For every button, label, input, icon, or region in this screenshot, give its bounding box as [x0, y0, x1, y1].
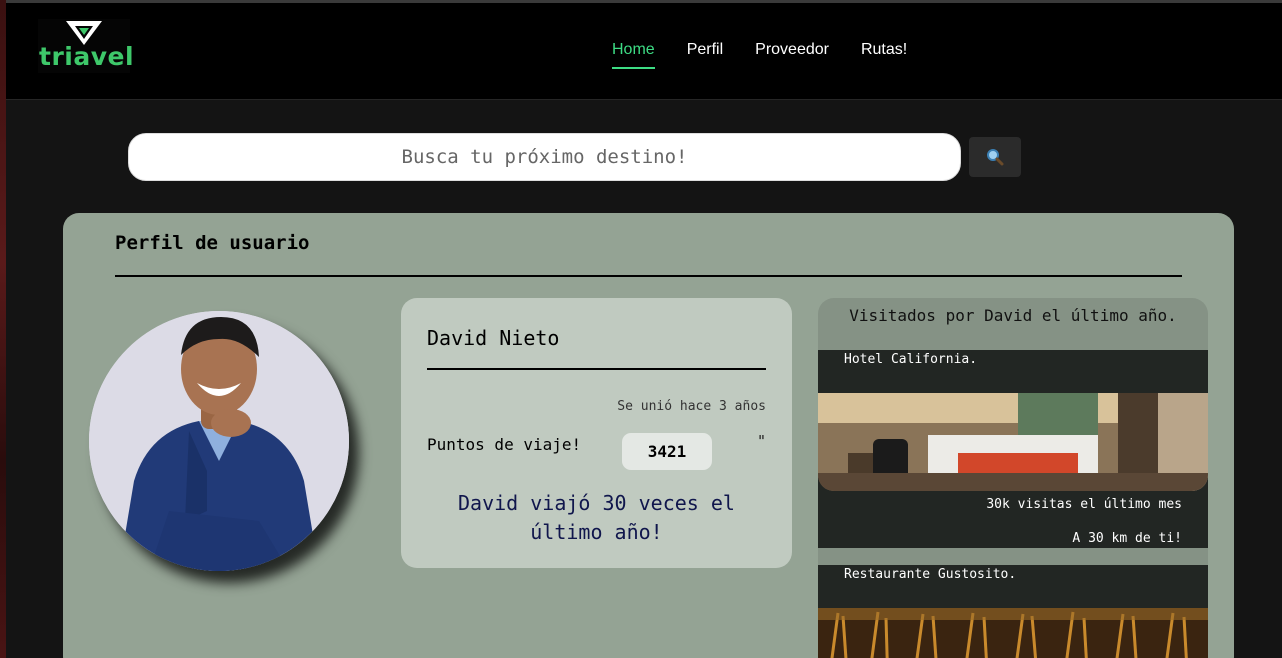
place-visits: 30k visitas el último mes	[986, 497, 1182, 512]
profile-panel: Perfil de usuario David Nieto Se unió ha…	[63, 213, 1234, 658]
visited-title: Visitados por David el último año.	[849, 306, 1177, 325]
points-label: Puntos de viaje!	[427, 435, 582, 454]
brand-name: triavel	[39, 42, 135, 71]
place-name: Restaurante Gustosito.	[844, 567, 1017, 582]
place-card[interactable]: Hotel California. 30k visitas el último …	[818, 350, 1208, 548]
place-distance: A 30 km de ti!	[1072, 531, 1182, 546]
brand-logo[interactable]: triavel	[38, 19, 134, 73]
divider	[115, 275, 1182, 277]
nav-proveedor[interactable]: Proveedor	[755, 41, 829, 69]
joined-date: Se unió hace 3 años	[617, 399, 766, 414]
points-badge: 3421	[622, 433, 712, 470]
visited-places: Visitados por David el último año. Hotel…	[818, 298, 1208, 658]
nav-home[interactable]: Home	[612, 41, 655, 69]
divider	[427, 368, 766, 370]
search-icon	[987, 149, 1004, 166]
travel-summary: David viajó 30 veces el último año!	[458, 491, 735, 544]
place-card[interactable]: Restaurante Gustosito.	[818, 565, 1208, 658]
restaurant-photo	[818, 608, 1208, 658]
stray-quote: "	[757, 432, 767, 450]
avatar	[89, 311, 349, 571]
hotel-photo	[818, 393, 1208, 491]
search-input[interactable]	[128, 133, 961, 181]
user-info-card: David Nieto Se unió hace 3 años Puntos d…	[401, 298, 792, 568]
nav-rutas[interactable]: Rutas!	[861, 41, 907, 69]
place-name: Hotel California.	[844, 352, 978, 367]
main-nav: Home Perfil Proveedor Rutas!	[612, 41, 907, 69]
user-name: David Nieto	[427, 326, 560, 350]
search-button[interactable]	[969, 137, 1021, 177]
user-photo	[89, 311, 349, 571]
section-title: Perfil de usuario	[115, 232, 310, 254]
nav-perfil[interactable]: Perfil	[687, 41, 723, 69]
top-navbar: triavel Home Perfil Proveedor Rutas!	[6, 0, 1282, 100]
